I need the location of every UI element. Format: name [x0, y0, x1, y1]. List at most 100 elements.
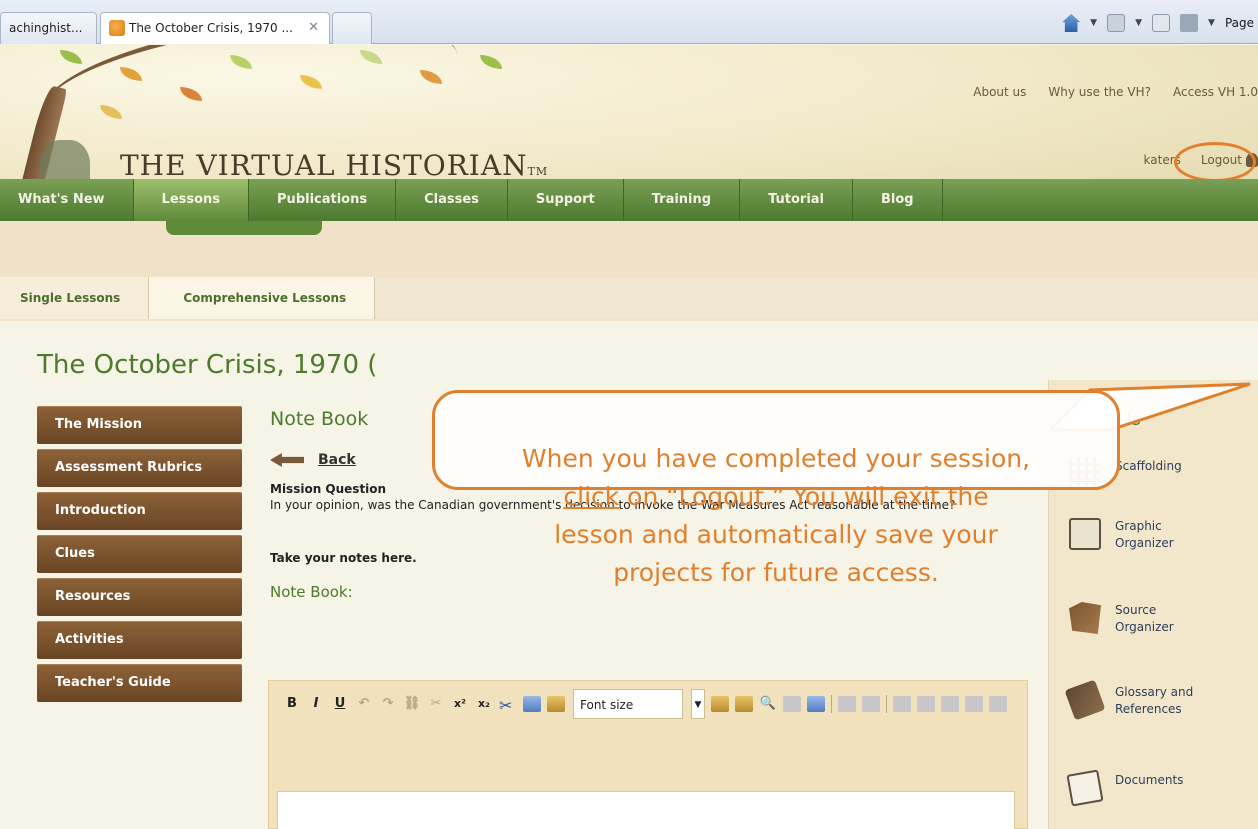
main-nav: What's New Lessons Publications Classes … [0, 179, 1258, 221]
top-links: About us Why use the VH? Access VH 1.0 [973, 85, 1258, 99]
nav-support[interactable]: Support [508, 179, 624, 221]
menu-clues[interactable]: Clues [37, 535, 242, 573]
tool-label: Source Organizer [1115, 603, 1174, 634]
subtab-single-lessons[interactable]: Single Lessons [0, 277, 150, 319]
cut-icon[interactable]: ✂ [499, 696, 517, 715]
callout-line-rest: on “Logout.” You will exit the [619, 482, 989, 511]
redo-icon[interactable]: ↷ [379, 695, 397, 713]
chevron-down-icon[interactable]: ▼ [1090, 18, 1097, 28]
home-icon[interactable] [1062, 14, 1081, 32]
close-icon[interactable]: ✕ [308, 13, 319, 43]
menu-assessment-rubrics[interactable]: Assessment Rubrics [37, 449, 242, 487]
italic-button[interactable]: I [307, 695, 325, 713]
logo-text: THE VIRTUAL HISTORIAN [120, 149, 528, 182]
chevron-down-icon[interactable]: ▼ [1135, 18, 1142, 28]
replace-icon[interactable] [783, 696, 801, 712]
documents-icon [1066, 769, 1104, 807]
nav-classes[interactable]: Classes [396, 179, 508, 221]
unlink-icon[interactable]: ✂ [427, 695, 445, 713]
lesson-menu: The Mission Assessment Rubrics Introduct… [37, 406, 242, 707]
site-logo[interactable]: THE VIRTUAL HISTORIANTM [120, 149, 548, 182]
trademark: TM [527, 165, 549, 178]
find-icon[interactable]: 🔍 [759, 695, 777, 713]
subtab-comprehensive-lessons[interactable]: Comprehensive Lessons [149, 277, 376, 319]
page-menu[interactable]: Page [1225, 16, 1258, 30]
font-size-select[interactable]: Font size [573, 689, 683, 719]
callout-click-word: click [563, 482, 620, 511]
nav-whats-new[interactable]: What's New [0, 179, 134, 221]
link-icon[interactable]: ⛓ [403, 695, 421, 713]
row-insert-icon[interactable] [893, 696, 911, 712]
rich-text-editor: B I U ↶ ↷ ⛓ ✂ x² x₂ ✂ Font size ▼ 🔍 [268, 680, 1028, 829]
source-organizer-icon [1069, 602, 1101, 634]
chevron-down-icon[interactable]: ▼ [691, 689, 705, 719]
paste-text-icon[interactable] [711, 696, 729, 712]
paste-icon[interactable] [547, 696, 565, 712]
mail-icon[interactable] [1152, 14, 1171, 32]
grid-icon[interactable] [989, 696, 1007, 712]
tool-label: Glossary and References [1115, 685, 1194, 716]
callout-line: lesson and automatically save your [554, 520, 998, 549]
back-arrow-icon[interactable] [270, 453, 304, 467]
nav-tutorial[interactable]: Tutorial [740, 179, 854, 221]
chevron-down-icon[interactable]: ▼ [1208, 18, 1215, 28]
browser-toolbar: ▼ ▼ ▼ Page [1062, 10, 1258, 36]
col-insert-icon[interactable] [917, 696, 935, 712]
toolbar-separator [886, 695, 887, 713]
bold-button[interactable]: B [283, 695, 301, 713]
back-link[interactable]: Back [318, 452, 356, 468]
callout-text: When you have completed your session, cl… [446, 440, 1106, 592]
merge-icon[interactable] [941, 696, 959, 712]
superscript-button[interactable]: x² [451, 695, 469, 713]
tool-label: Graphic Organizer [1115, 519, 1174, 550]
nav-lessons[interactable]: Lessons [133, 179, 250, 221]
tool-source-organizer[interactable]: Source Organizer [1069, 602, 1205, 636]
tab-title: achinghist... [9, 21, 83, 35]
logout-highlight-circle [1174, 142, 1256, 182]
nav-publications[interactable]: Publications [249, 179, 397, 221]
access-link[interactable]: Access VH 1.0 [1173, 85, 1258, 99]
menu-introduction[interactable]: Introduction [37, 492, 242, 530]
why-link[interactable]: Why use the VH? [1048, 85, 1151, 99]
tool-documents[interactable]: Documents [1066, 769, 1184, 807]
tab-title: The October Crisis, 1970 ... [129, 21, 293, 35]
browser-tab[interactable]: achinghist... [0, 12, 97, 44]
glossary-icon [1064, 679, 1106, 721]
undo-icon[interactable]: ↶ [355, 695, 373, 713]
toolbar-separator [831, 695, 832, 713]
editor-toolbar: B I U ↶ ↷ ⛓ ✂ x² x₂ ✂ Font size ▼ 🔍 [269, 681, 1027, 727]
editor-text-area[interactable] [277, 791, 1015, 829]
about-link[interactable]: About us [973, 85, 1026, 99]
menu-activities[interactable]: Activities [37, 621, 242, 659]
page-title: The October Crisis, 1970 ( [37, 350, 378, 380]
subscript-button[interactable]: x₂ [475, 695, 493, 713]
browser-tab-bar: achinghist... The October Crisis, 1970 .… [0, 0, 1258, 44]
tool-label: Documents [1115, 773, 1184, 787]
nav-training[interactable]: Training [624, 179, 741, 221]
underline-button[interactable]: U [331, 695, 349, 713]
copy-icon[interactable] [523, 696, 541, 712]
split-icon[interactable] [965, 696, 983, 712]
edit-icon[interactable] [807, 696, 825, 712]
menu-the-mission[interactable]: The Mission [37, 406, 242, 444]
tool-glossary[interactable]: Glossary and References [1064, 679, 1205, 721]
leaf-decoration [60, 50, 82, 64]
paste-word-icon[interactable] [735, 696, 753, 712]
print-icon[interactable] [1180, 14, 1199, 32]
callout-line: When you have completed your session, [521, 444, 1031, 473]
nav-blog[interactable]: Blog [853, 179, 943, 221]
active-nav-indicator [166, 221, 322, 235]
sub-nav: Single Lessons Comprehensive Lessons [0, 277, 1258, 319]
favicon-icon [109, 20, 125, 36]
tool-label: Scaffolding [1115, 459, 1182, 473]
table-icon[interactable] [838, 696, 856, 712]
callout-line: click on “Logout.” You will exit the [446, 478, 1106, 516]
menu-resources[interactable]: Resources [37, 578, 242, 616]
callout-line: projects for future access. [613, 558, 939, 587]
menu-teachers-guide[interactable]: Teacher's Guide [37, 664, 242, 702]
browser-tab-active[interactable]: The October Crisis, 1970 ... ✕ [100, 12, 330, 44]
feed-icon[interactable] [1107, 14, 1126, 32]
table-props-icon[interactable] [862, 696, 880, 712]
leaf-decoration [480, 55, 502, 69]
new-tab-button[interactable] [332, 12, 372, 44]
